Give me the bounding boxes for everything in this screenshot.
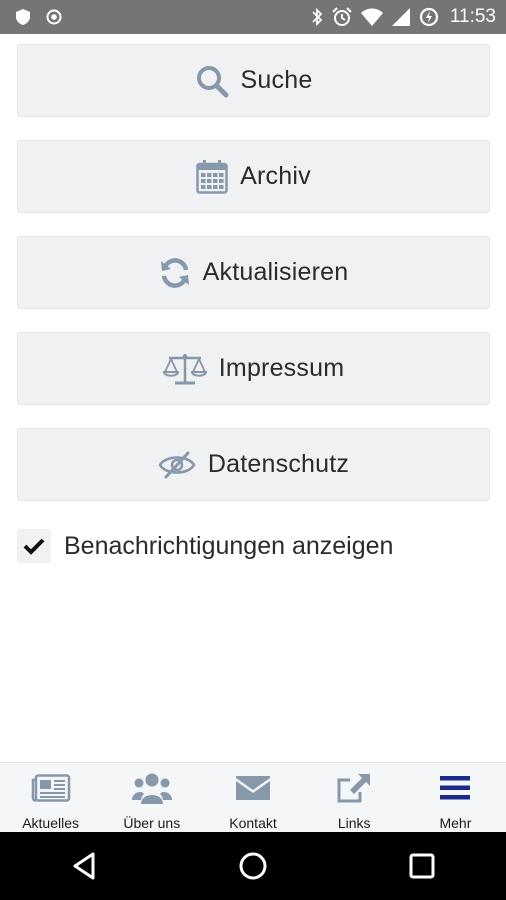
- battery-saver-icon: [419, 7, 439, 27]
- bottom-navigation: Aktuelles Über uns Kontakt Links Mehr: [0, 762, 506, 833]
- bluetooth-icon: [311, 7, 323, 27]
- nav-item-links[interactable]: Links: [304, 763, 405, 833]
- users-icon: [131, 771, 172, 805]
- refresh-icon: [159, 257, 191, 289]
- home-icon[interactable]: [213, 836, 293, 896]
- eye-slash-icon: [158, 450, 196, 480]
- refresh-button[interactable]: Aktualisieren: [17, 236, 490, 309]
- archive-button-label: Archiv: [240, 162, 311, 190]
- search-button[interactable]: Suche: [17, 44, 490, 117]
- back-icon[interactable]: [44, 836, 124, 896]
- alarm-icon: [332, 7, 352, 27]
- privacy-button-label: Datenschutz: [207, 450, 350, 478]
- nav-item-mehr[interactable]: Mehr: [405, 763, 506, 833]
- system-navigation-bar: [0, 832, 506, 900]
- status-bar: 11:53: [0, 0, 506, 34]
- refresh-button-label: Aktualisieren: [202, 258, 349, 286]
- newspaper-icon: [31, 771, 71, 805]
- privacy-button[interactable]: Datenschutz: [17, 428, 490, 501]
- clock-time: 11:53: [449, 6, 496, 27]
- envelope-icon: [235, 771, 271, 805]
- nav-item-aktuelles[interactable]: Aktuelles: [0, 763, 101, 833]
- calendar-icon: [196, 159, 228, 194]
- checkmark-icon: [23, 538, 45, 555]
- more-menu: Suche Archiv Aktualisieren Impressum Dat…: [17, 44, 490, 524]
- nav-label-ueber-uns: Über uns: [123, 815, 181, 831]
- wifi-icon: [360, 8, 383, 26]
- external-link-icon: [336, 771, 372, 805]
- search-icon: [195, 64, 229, 98]
- search-button-label: Suche: [240, 66, 313, 94]
- nav-label-aktuelles: Aktuelles: [22, 815, 79, 831]
- notifications-checkbox[interactable]: [17, 529, 51, 563]
- nav-label-mehr: Mehr: [439, 815, 472, 831]
- balance-scale-icon: [162, 352, 207, 386]
- imprint-button[interactable]: Impressum: [17, 332, 490, 405]
- menu-icon: [440, 771, 471, 805]
- recents-icon[interactable]: [382, 836, 462, 896]
- archive-button[interactable]: Archiv: [17, 140, 490, 213]
- signal-icon: [391, 8, 410, 26]
- shield-icon: [16, 9, 30, 25]
- nav-item-kontakt[interactable]: Kontakt: [202, 763, 303, 833]
- nav-label-links: Links: [337, 815, 371, 831]
- nav-label-kontakt: Kontakt: [229, 815, 277, 831]
- imprint-button-label: Impressum: [218, 354, 345, 382]
- notifications-toggle-row: Benachrichtigungen anzeigen: [17, 528, 393, 564]
- nav-item-ueber-uns[interactable]: Über uns: [101, 763, 202, 833]
- target-icon: [46, 9, 62, 25]
- notifications-label: Benachrichtigungen anzeigen: [64, 531, 394, 560]
